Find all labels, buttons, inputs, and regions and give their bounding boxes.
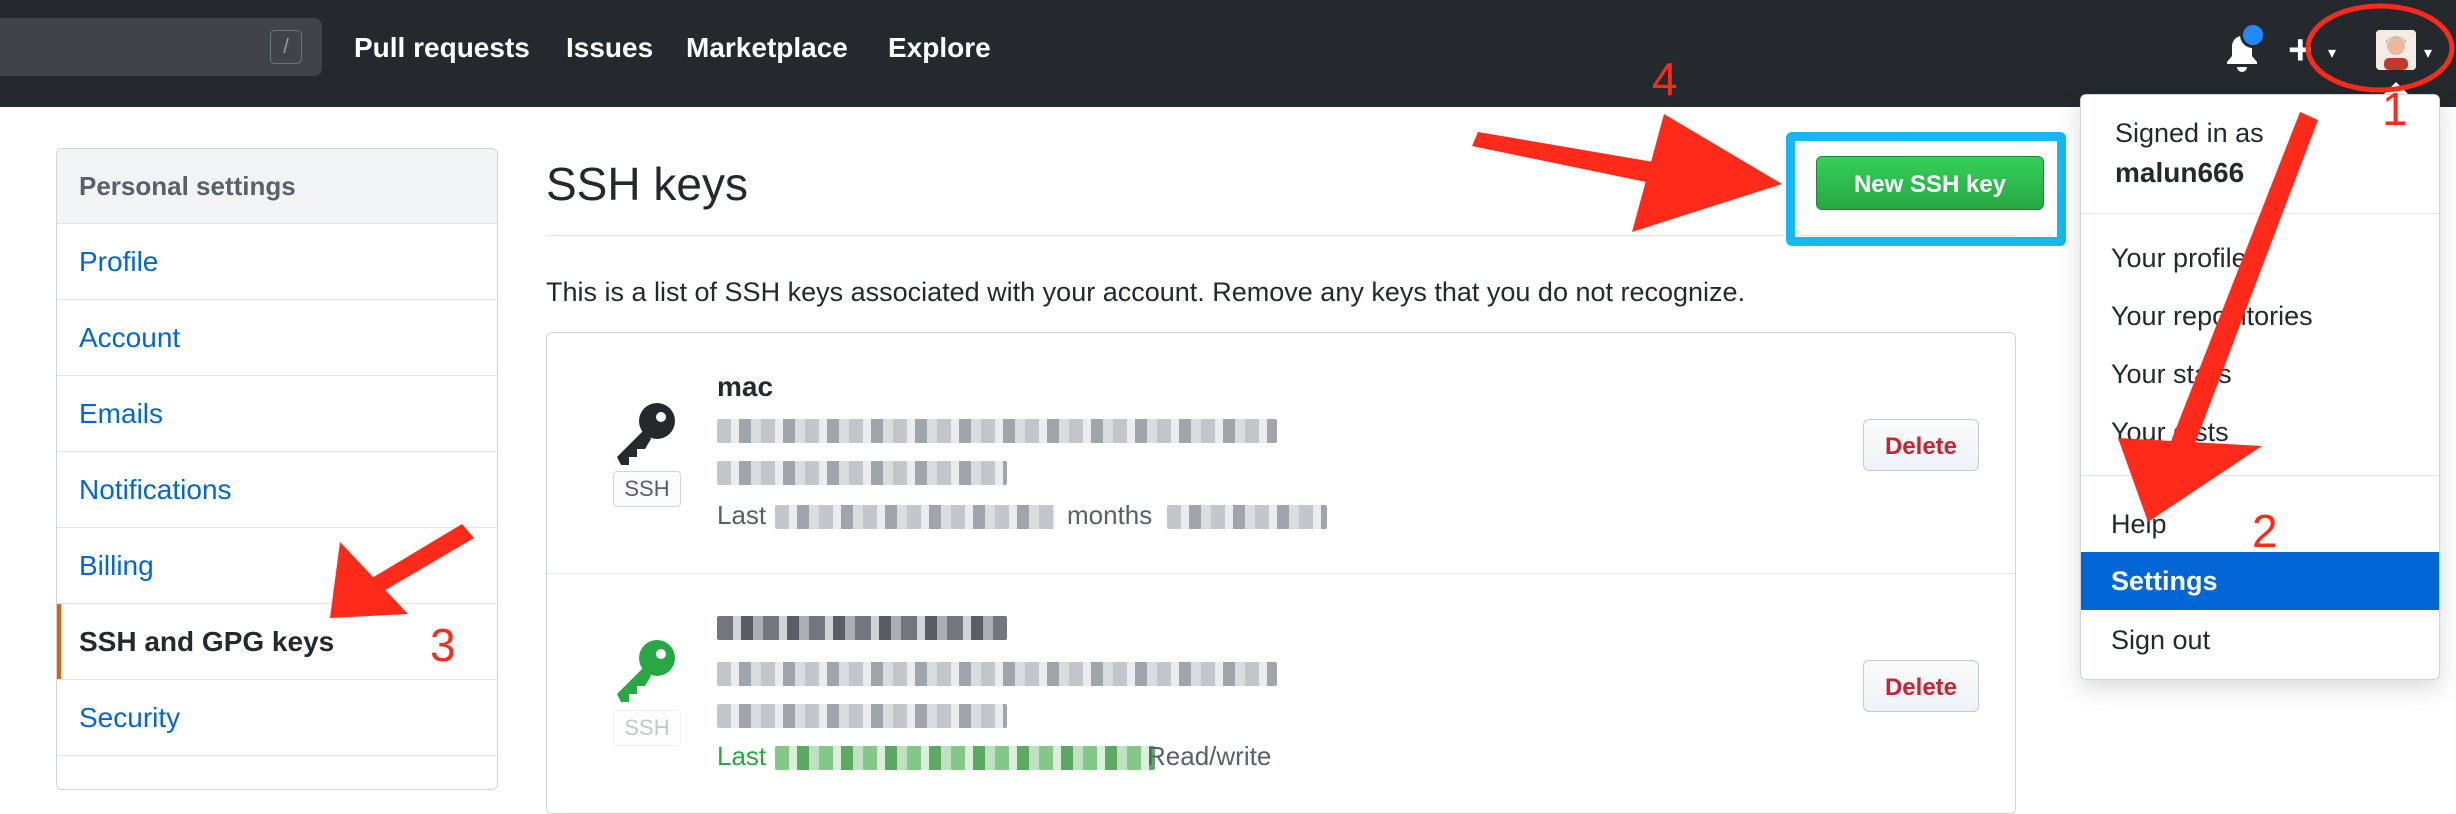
arrow-to-ssh-gpg-keys [330,524,474,618]
step-2-label: 2 [2252,505,2278,557]
annotation-overlay [330,3,2455,618]
step-4-label: 4 [1652,53,1678,105]
arrow-to-new-ssh-key [1472,114,1782,232]
step-3-label: 3 [430,619,456,671]
arrow-to-settings [2118,112,2318,522]
step-1-label: 1 [2382,83,2408,135]
highlight-circle [2305,3,2455,93]
